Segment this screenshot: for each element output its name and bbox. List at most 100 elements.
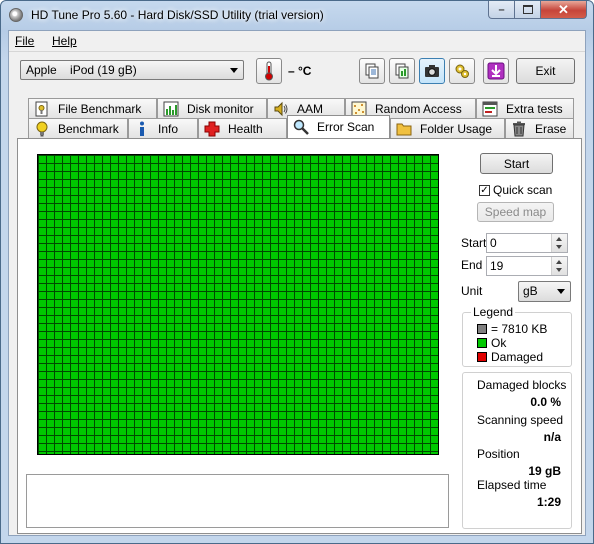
maximize-button[interactable] <box>515 1 541 19</box>
legend-label: Damaged <box>491 350 544 364</box>
legend-item-ok: Ok <box>477 336 506 350</box>
tab-label: Erase <box>535 121 567 136</box>
menu-help[interactable]: Help <box>52 34 77 48</box>
tab-extra-tests[interactable]: Extra tests <box>476 98 574 118</box>
screenshot-button[interactable] <box>419 58 445 84</box>
end-spinbox[interactable]: 19 <box>486 256 568 276</box>
temperature-button[interactable] <box>256 58 282 84</box>
legend-label: = 7810 KB <box>491 322 548 336</box>
legend-swatch-red <box>477 352 487 362</box>
menu-bar: File Help <box>9 31 585 51</box>
minimize-button[interactable]: – <box>488 1 515 19</box>
arrow-down-icon <box>556 268 562 272</box>
save-icon <box>487 62 505 80</box>
position-value: 19 gB <box>528 464 561 478</box>
unit-value: gB <box>523 284 538 298</box>
maximize-icon <box>522 5 533 14</box>
scanning-speed-value: n/a <box>543 430 561 444</box>
legend-label: Ok <box>491 336 507 350</box>
copy-info-button[interactable] <box>359 58 385 84</box>
arrow-down-icon <box>556 245 562 249</box>
end-value: 19 <box>490 259 504 273</box>
tab-label: Benchmark <box>58 121 119 136</box>
menu-divider <box>9 51 585 52</box>
tab-label: Health <box>228 121 263 136</box>
speed-map-button[interactable]: Speed map <box>477 202 554 222</box>
tab-benchmark[interactable]: Benchmark <box>28 118 128 138</box>
exit-button[interactable]: Exit <box>516 58 575 84</box>
options-button[interactable] <box>449 58 475 84</box>
close-icon: ✕ <box>558 1 569 17</box>
tab-disk-monitor[interactable]: Disk monitor <box>157 98 267 118</box>
menu-file[interactable]: File <box>15 34 34 48</box>
tab-label: Disk monitor <box>187 101 254 116</box>
thermometer-icon <box>265 61 273 81</box>
tab-label: Error Scan <box>317 120 375 134</box>
tab-label: Random Access <box>375 101 462 116</box>
tab-folder-usage[interactable]: Folder Usage <box>390 118 505 138</box>
legend-title: Legend <box>471 305 516 319</box>
legend-swatch-gray <box>477 324 487 334</box>
disk-icon[interactable] <box>9 8 23 22</box>
legend-group: Legend = 7810 KB Ok Damaged <box>462 305 572 367</box>
tab-error-scan[interactable]: Error Scan <box>287 115 390 138</box>
camera-icon <box>425 65 439 77</box>
tab-file-benchmark[interactable]: File Benchmark <box>28 98 157 118</box>
chevron-down-icon <box>230 68 238 73</box>
tab-health[interactable]: Health <box>198 118 287 138</box>
tab-label: Info <box>158 121 179 136</box>
unit-select[interactable]: gB <box>518 281 571 302</box>
end-stepper[interactable] <box>551 257 567 275</box>
scan-stats-group: Damaged blocks 0.0 % Scanning speed n/a … <box>462 372 572 529</box>
lightbulb-icon <box>34 121 50 137</box>
start-label: Start <box>461 236 487 250</box>
app-window: HD Tune Pro 5.60 - Hard Disk/SSD Utility… <box>0 0 594 544</box>
scan-block-map <box>37 154 439 455</box>
minimize-icon: – <box>498 3 505 16</box>
tab-info[interactable]: Info <box>128 118 198 138</box>
client-area: File Help Apple iPod (19 gB) – °C Exit F… <box>8 30 586 536</box>
arrow-up-icon <box>556 237 562 241</box>
end-label: End <box>461 258 483 272</box>
elapsed-time-label: Elapsed time <box>477 478 547 492</box>
tab-label: Extra tests <box>506 101 563 116</box>
tab-label: AAM <box>297 101 324 116</box>
health-cross-icon <box>204 121 220 137</box>
save-button[interactable] <box>483 58 509 84</box>
start-stepper[interactable] <box>551 234 567 252</box>
window-controls: – ✕ <box>488 1 587 20</box>
tab-erase[interactable]: Erase <box>505 118 574 138</box>
damaged-blocks-value: 0.0 % <box>530 395 561 409</box>
start-scan-button[interactable]: Start <box>480 153 553 174</box>
checkbox-check-icon: ✓ <box>479 184 490 196</box>
drive-select[interactable]: Apple iPod (19 gB) <box>20 60 244 80</box>
position-label: Position <box>477 447 520 461</box>
menu-file-label: File <box>15 34 35 48</box>
tab-label: Folder Usage <box>420 121 493 136</box>
temperature-readout: – °C <box>288 64 312 78</box>
damaged-blocks-label: Damaged blocks <box>477 378 567 392</box>
legend-item-block-size: = 7810 KB <box>477 322 547 336</box>
scan-log-box[interactable] <box>26 474 449 528</box>
quick-scan-label: Quick scan <box>493 183 553 197</box>
scanning-speed-label: Scanning speed <box>477 413 564 427</box>
tab-label: File Benchmark <box>58 101 142 116</box>
menu-help-label: Help <box>52 34 77 48</box>
copy-report-button[interactable] <box>389 58 415 84</box>
extra-tests-icon <box>482 101 498 117</box>
unit-label: Unit <box>461 284 483 298</box>
title-bar[interactable]: HD Tune Pro 5.60 - Hard Disk/SSD Utility… <box>1 1 593 30</box>
magnifier-icon <box>293 119 309 135</box>
file-benchmark-icon <box>34 101 50 117</box>
quick-scan-checkbox[interactable]: ✓ Quick scan <box>479 183 552 197</box>
start-spinbox[interactable]: 0 <box>486 233 568 253</box>
arrow-up-icon <box>556 260 562 264</box>
chevron-down-icon <box>557 289 565 294</box>
monitor-chart-icon <box>163 101 179 117</box>
copy-info-icon <box>365 63 379 79</box>
elapsed-time-value: 1:29 <box>536 495 561 509</box>
legend-swatch-green <box>477 338 487 348</box>
close-button[interactable]: ✕ <box>541 1 587 19</box>
info-icon <box>134 121 150 137</box>
options-icon <box>455 64 469 78</box>
